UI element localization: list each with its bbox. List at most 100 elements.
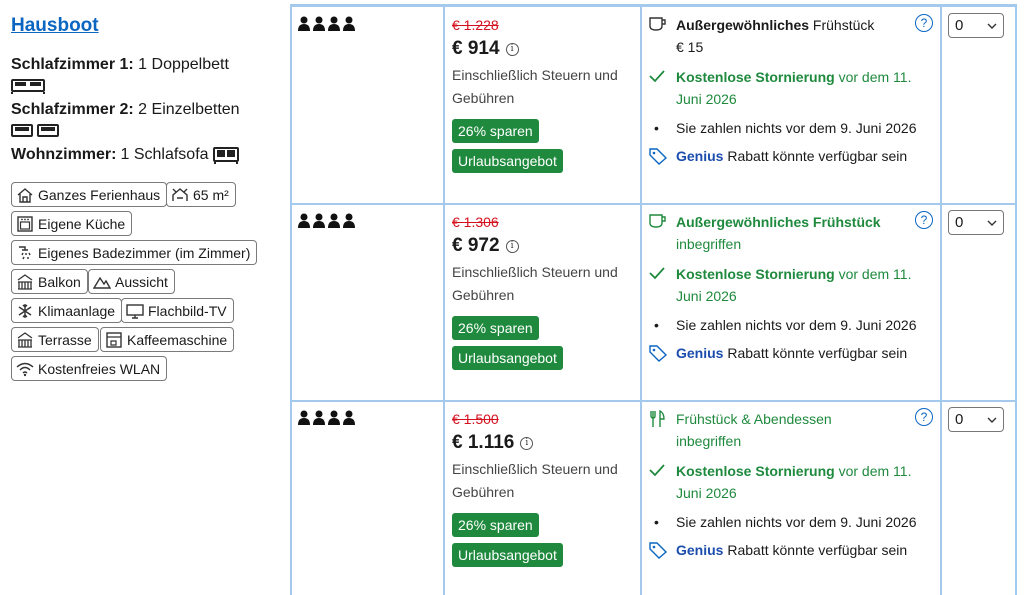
- table-top-border: [290, 4, 1017, 7]
- deal-badge: Urlaubsangebot: [452, 543, 563, 567]
- room-quantity-select[interactable]: 0: [948, 13, 1004, 38]
- column-divider: [940, 4, 942, 595]
- bed-value: 2 Einzelbetten: [138, 101, 240, 118]
- facility-chip: Eigenes Badezimmer (im Zimmer): [11, 240, 258, 265]
- chevron-down-icon: [987, 417, 997, 423]
- taxes-note: Einschließlich Steuern und Gebühren: [452, 264, 618, 303]
- facility-chip: 65 m²: [166, 182, 236, 207]
- help-icon[interactable]: ?: [915, 211, 933, 229]
- double-bed-icon: [11, 79, 45, 94]
- column-divider: [290, 4, 292, 595]
- savings-badge: 26% sparen: [452, 316, 539, 340]
- bathroom-icon: [19, 245, 31, 259]
- current-price: € 972 i: [452, 235, 638, 257]
- conditions-cell: Außergewöhnliches Frühstück inbegriffen …: [648, 211, 938, 364]
- price-cell: € 1.228 € 914 i Einschließlich Steuern un…: [452, 17, 638, 173]
- genius-discount: Genius Rabatt könnte verfügbar sein: [648, 342, 938, 364]
- price-cell: € 1.500 € 1.116 i Einschließlich Steuern …: [452, 411, 638, 567]
- single-beds-icon: [11, 124, 59, 137]
- tag-icon: [649, 542, 668, 559]
- facility-chip: Eigene Küche: [11, 211, 133, 236]
- person-icons: [298, 213, 355, 228]
- no-prepayment: • Sie zahlen nichts vor dem 9. Juni 2026: [648, 118, 938, 139]
- tv-icon: [126, 303, 144, 319]
- facility-chip: Aussicht: [88, 269, 175, 294]
- person-icons: [298, 410, 355, 425]
- room-info-column: Hausboot Schlafzimmer 1: 1 Doppelbett Sc…: [0, 0, 290, 595]
- fork-knife-icon: [650, 410, 665, 427]
- taxes-note: Einschließlich Steuern und Gebühren: [452, 461, 618, 500]
- checkmark-icon: [649, 267, 665, 280]
- column-divider: [443, 4, 445, 595]
- facility-chip: Kostenfreies WLAN: [11, 356, 168, 381]
- free-cancellation: Kostenlose Stornierung vor dem 11. Juni …: [648, 460, 938, 504]
- help-icon[interactable]: ?: [915, 14, 933, 32]
- wifi-icon: [16, 362, 34, 376]
- bullet-icon: •: [654, 120, 659, 136]
- house-icon: [17, 187, 33, 203]
- original-price: € 1.500: [452, 411, 499, 427]
- facility-chip: Flachbild-TV: [121, 298, 234, 323]
- room-size-icon: [172, 187, 188, 201]
- bed-label: Schlafzimmer 1:: [11, 56, 134, 73]
- row-divider: [290, 400, 1017, 402]
- original-price: € 1.228: [452, 17, 499, 33]
- taxes-note: Einschließlich Steuern und Gebühren: [452, 67, 618, 106]
- sofa-bed-icon: [212, 146, 239, 164]
- conditions-cell: Außergewöhnliches Frühstück € 15 Kostenl…: [648, 14, 938, 167]
- deal-badge: Urlaubsangebot: [452, 149, 563, 173]
- savings-badge: 26% sparen: [452, 119, 539, 143]
- deal-badge: Urlaubsangebot: [452, 346, 563, 370]
- bed-value: 1 Doppelbett: [138, 56, 229, 73]
- facility-chip: Ganzes Ferienhaus: [11, 182, 168, 207]
- bed-info-living-room: Wohnzimmer: 1 Schlafsofa: [11, 146, 239, 164]
- snowflake-icon: [18, 303, 32, 318]
- coffee-cup-icon: [649, 17, 666, 31]
- occupancy-persons: [298, 213, 356, 229]
- checkmark-icon: [649, 70, 665, 83]
- person-icons: [298, 16, 355, 31]
- row-divider: [290, 203, 1017, 205]
- mountain-view-icon: [93, 276, 111, 289]
- room-title-link[interactable]: Hausboot: [11, 15, 99, 37]
- chevron-down-icon: [987, 220, 997, 226]
- info-icon[interactable]: i: [505, 42, 519, 56]
- savings-badge: 26% sparen: [452, 513, 539, 537]
- checkmark-icon: [649, 464, 665, 477]
- original-price: € 1.306: [452, 214, 499, 230]
- genius-discount: Genius Rabatt könnte verfügbar sein: [648, 145, 938, 167]
- conditions-cell: Frühstück & Abendessen inbegriffen Koste…: [648, 408, 938, 561]
- coffee-cup-icon: [649, 214, 666, 228]
- tag-icon: [649, 148, 668, 165]
- price-cell: € 1.306 € 972 i Einschließlich Steuern un…: [452, 214, 638, 370]
- room-quantity-select[interactable]: 0: [948, 210, 1004, 235]
- bed-info-bedroom-2: Schlafzimmer 2: 2 Einzelbetten: [11, 101, 240, 119]
- bed-label: Wohnzimmer:: [11, 146, 117, 163]
- meal-plan: Außergewöhnliches Frühstück inbegriffen: [648, 211, 938, 255]
- terrace-icon: [17, 331, 33, 348]
- bed-value: 1 Schlafsofa: [120, 146, 209, 163]
- free-cancellation: Kostenlose Stornierung vor dem 11. Juni …: [648, 66, 938, 110]
- tag-icon: [649, 345, 668, 362]
- info-icon[interactable]: i: [505, 239, 519, 253]
- room-quantity-select[interactable]: 0: [948, 407, 1004, 432]
- occupancy-persons: [298, 16, 356, 32]
- genius-discount: Genius Rabatt könnte verfügbar sein: [648, 539, 938, 561]
- current-price: € 914 i: [452, 38, 638, 60]
- no-prepayment: • Sie zahlen nichts vor dem 9. Juni 2026: [648, 512, 938, 533]
- coffee-machine-icon: [106, 331, 122, 348]
- free-cancellation: Kostenlose Stornierung vor dem 11. Juni …: [648, 263, 938, 307]
- info-icon[interactable]: i: [520, 436, 534, 450]
- meal-plan: Frühstück & Abendessen inbegriffen: [648, 408, 938, 452]
- facility-chip: Balkon: [11, 269, 88, 294]
- bed-label: Schlafzimmer 2:: [11, 101, 134, 118]
- bullet-icon: •: [654, 514, 659, 530]
- chevron-down-icon: [987, 23, 997, 29]
- facility-chip: Kaffeemaschine: [100, 327, 235, 352]
- column-divider: [1015, 4, 1017, 595]
- help-icon[interactable]: ?: [915, 408, 933, 426]
- balcony-icon: [17, 273, 33, 290]
- meal-plan: Außergewöhnliches Frühstück € 15: [648, 14, 938, 58]
- facility-chip: Klimaanlage: [11, 298, 123, 323]
- occupancy-persons: [298, 410, 356, 426]
